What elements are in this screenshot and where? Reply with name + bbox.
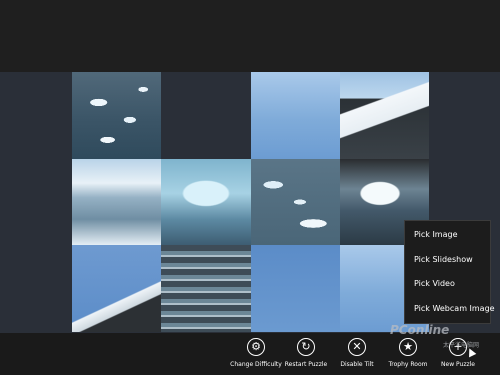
puzzle-tile[interactable]	[250, 72, 340, 159]
puzzle-tile[interactable]	[72, 245, 162, 332]
puzzle-tile[interactable]	[72, 72, 162, 159]
refresh-icon: ↻	[297, 338, 315, 356]
watermark-logo: PConline	[390, 323, 450, 337]
menu-item-pick-webcam-image[interactable]: Pick Webcam Image	[405, 303, 495, 315]
top-band	[0, 0, 500, 72]
star-icon: ★	[399, 338, 417, 356]
puzzle-tile[interactable]	[72, 158, 162, 246]
puzzle-tile[interactable]	[161, 158, 251, 246]
empty-tile-slot	[161, 72, 251, 159]
button-label: New Puzzle	[441, 361, 475, 368]
menu-item-pick-image[interactable]: Pick Image	[405, 229, 490, 241]
puzzle-tile[interactable]	[250, 158, 340, 246]
gear-icon: ⚙	[247, 338, 265, 356]
menu-item-pick-video[interactable]: Pick Video	[405, 278, 490, 290]
menu-item-pick-slideshow[interactable]: Pick Slideshow	[405, 254, 490, 266]
puzzle-tile[interactable]	[161, 245, 251, 332]
puzzle-board	[72, 72, 429, 332]
app-bar: ⚙ Change Difficulty ↻ Restart Puzzle ✕ D…	[0, 333, 500, 375]
puzzle-tile[interactable]	[339, 72, 429, 159]
puzzle-tile[interactable]	[250, 245, 340, 332]
close-icon: ✕	[348, 338, 366, 356]
new-puzzle-menu: Pick Image Pick Slideshow Pick Video Pic…	[404, 220, 495, 324]
